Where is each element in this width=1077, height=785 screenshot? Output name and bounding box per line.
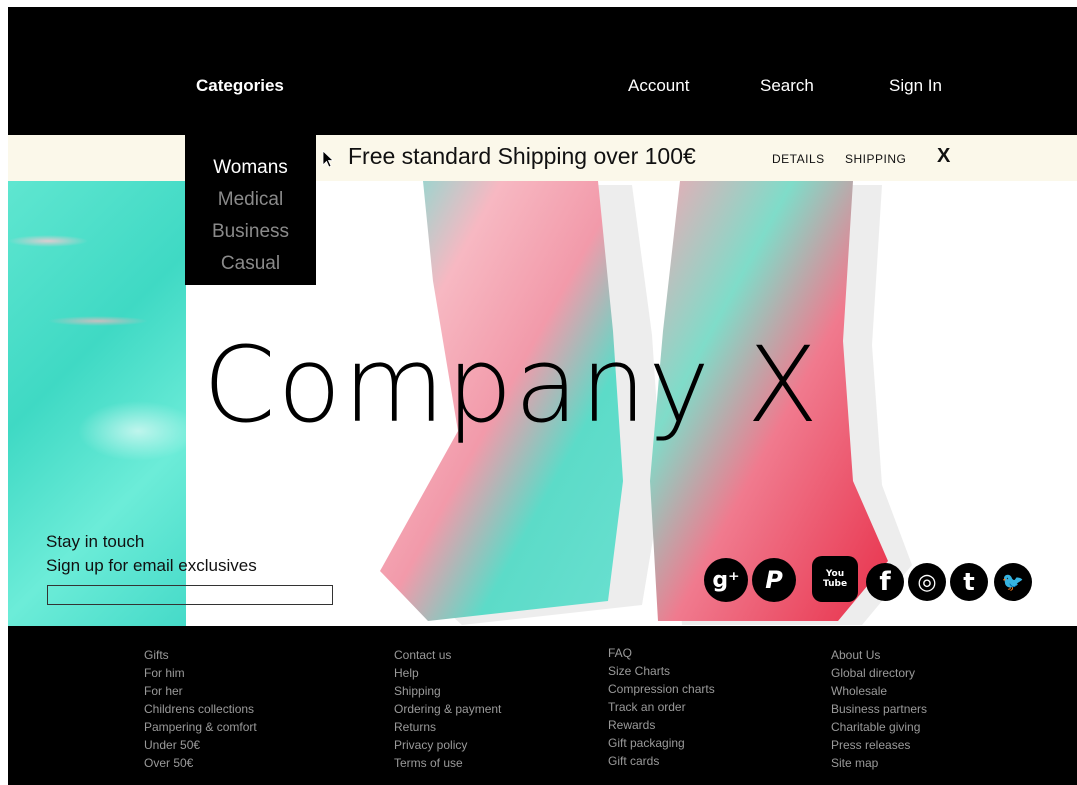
footer-link[interactable]: About Us (831, 646, 927, 664)
facebook-glyph: f (879, 567, 891, 597)
categories-dropdown: Womans Medical Business Casual (185, 135, 316, 285)
footer-link[interactable]: Gift cards (608, 752, 715, 770)
hero-brand-title: Company X (203, 324, 821, 446)
footer-column-info: FAQ Size Charts Compression charts Track… (608, 644, 715, 770)
footer-link[interactable]: Wholesale (831, 682, 927, 700)
footer-link[interactable]: Track an order (608, 698, 715, 716)
footer-link[interactable]: Compression charts (608, 680, 715, 698)
youtube-glyph: You Tube (822, 569, 848, 589)
newsletter-subheading: Sign up for email exclusives (46, 556, 257, 575)
footer-link[interactable]: Over 50€ (144, 754, 257, 772)
nav-categories[interactable]: Categories (196, 76, 284, 96)
footer-link[interactable]: Pampering & comfort (144, 718, 257, 736)
pinterest-glyph: P (765, 566, 783, 594)
promo-banner: Free standard Shipping over 100€ DETAILS… (8, 135, 1077, 181)
footer-column-company: About Us Global directory Wholesale Busi… (831, 646, 927, 772)
category-medical[interactable]: Medical (185, 189, 316, 211)
footer-column-help: Contact us Help Shipping Ordering & paym… (394, 646, 501, 772)
mouse-cursor-icon (322, 150, 334, 168)
category-casual[interactable]: Casual (185, 253, 316, 275)
instagram-icon[interactable]: ◎ (908, 563, 946, 601)
footer-link[interactable]: Charitable giving (831, 718, 927, 736)
site-footer: Gifts For him For her Childrens collecti… (8, 626, 1077, 785)
footer-column-shop: Gifts For him For her Childrens collecti… (144, 646, 257, 772)
tumblr-icon[interactable]: t (950, 563, 988, 601)
footer-link[interactable]: Global directory (831, 664, 927, 682)
page: Categories Account Search Sign In Compan… (0, 0, 1077, 785)
footer-link[interactable]: Size Charts (608, 662, 715, 680)
category-womans[interactable]: Womans (185, 157, 316, 179)
footer-link[interactable]: FAQ (608, 644, 715, 662)
footer-link[interactable]: Press releases (831, 736, 927, 754)
twitter-icon[interactable]: 🐦 (994, 563, 1032, 601)
footer-link[interactable]: Under 50€ (144, 736, 257, 754)
banner-details-link[interactable]: DETAILS (772, 152, 825, 166)
email-signup-input[interactable] (47, 585, 333, 605)
google-plus-icon[interactable]: g⁺ (704, 558, 748, 602)
twitter-glyph: 🐦 (1001, 571, 1025, 593)
category-business[interactable]: Business (185, 221, 316, 243)
nav-account[interactable]: Account (628, 76, 689, 96)
footer-link[interactable]: Terms of use (394, 754, 501, 772)
banner-close-button[interactable]: X (937, 145, 950, 168)
footer-link[interactable]: Shipping (394, 682, 501, 700)
footer-link[interactable]: Privacy policy (394, 736, 501, 754)
footer-link[interactable]: Help (394, 664, 501, 682)
footer-link[interactable]: For him (144, 664, 257, 682)
footer-link[interactable]: Contact us (394, 646, 501, 664)
footer-link[interactable]: Ordering & payment (394, 700, 501, 718)
youtube-icon[interactable]: You Tube (812, 556, 858, 602)
promo-banner-text: Free standard Shipping over 100€ (348, 143, 696, 169)
nav-search[interactable]: Search (760, 76, 814, 96)
footer-link[interactable]: Business partners (831, 700, 927, 718)
footer-link[interactable]: Rewards (608, 716, 715, 734)
instagram-glyph: ◎ (917, 569, 937, 595)
footer-link[interactable]: Returns (394, 718, 501, 736)
google-plus-glyph: g⁺ (712, 567, 740, 593)
facebook-icon[interactable]: f (866, 563, 904, 601)
footer-link[interactable]: Childrens collections (144, 700, 257, 718)
footer-link[interactable]: Gifts (144, 646, 257, 664)
tumblr-glyph: t (963, 568, 975, 596)
banner-shipping-link[interactable]: SHIPPING (845, 152, 906, 166)
footer-link[interactable]: Gift packaging (608, 734, 715, 752)
top-header (8, 7, 1077, 135)
nav-signin[interactable]: Sign In (889, 76, 942, 96)
pinterest-icon[interactable]: P (752, 558, 796, 602)
footer-link[interactable]: For her (144, 682, 257, 700)
footer-link[interactable]: Site map (831, 754, 927, 772)
newsletter-heading: Stay in touch (46, 532, 145, 551)
